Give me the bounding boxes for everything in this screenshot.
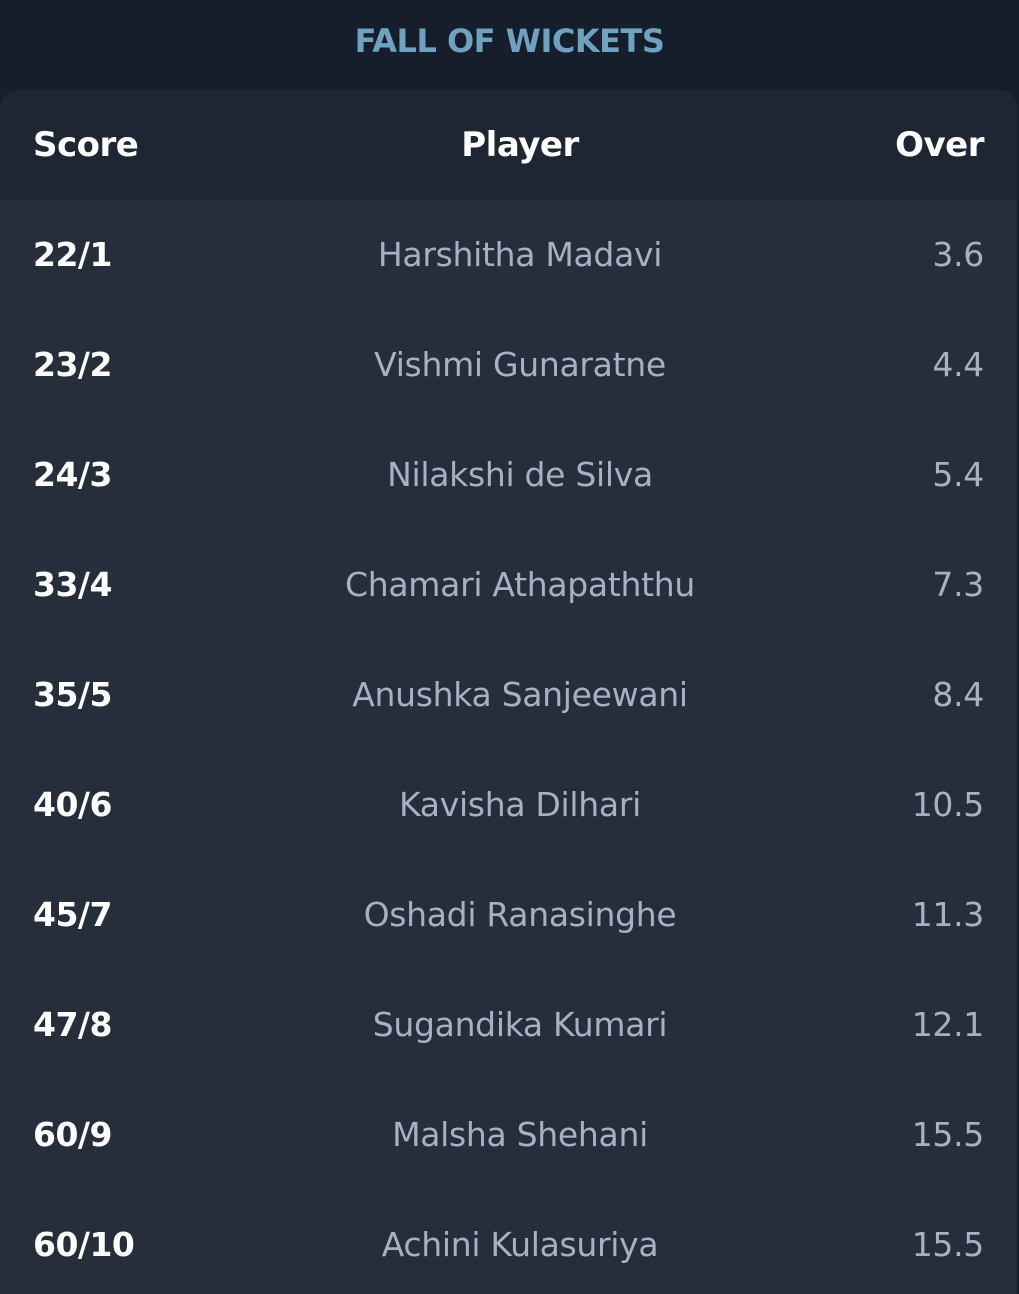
wicket-score: 60/9: [33, 1115, 112, 1154]
player-name[interactable]: Chamari Athapaththu: [220, 530, 820, 640]
table-row: 35/5 Anushka Sanjeewani 8.4: [0, 640, 1017, 750]
table-row: 47/8 Sugandika Kumari 12.1: [0, 970, 1017, 1080]
table-row: 40/6 Kavisha Dilhari 10.5: [0, 750, 1017, 860]
wicket-score: 40/6: [33, 785, 112, 824]
wicket-over: 5.4: [932, 455, 984, 494]
table-row: 22/1 Harshitha Madavi 3.6: [0, 200, 1017, 310]
player-name[interactable]: Harshitha Madavi: [220, 200, 820, 310]
section-title: FALL OF WICKETS: [354, 22, 665, 60]
wicket-score: 47/8: [33, 1005, 112, 1044]
column-header-over: Over: [895, 125, 984, 165]
wicket-score: 45/7: [33, 895, 112, 934]
player-name[interactable]: Vishmi Gunaratne: [220, 310, 820, 420]
wicket-score: 23/2: [33, 345, 112, 384]
table-row: 23/2 Vishmi Gunaratne 4.4: [0, 310, 1017, 420]
player-name[interactable]: Malsha Shehani: [220, 1080, 820, 1190]
wicket-over: 12.1: [911, 1005, 985, 1044]
wicket-score: 24/3: [33, 455, 112, 494]
fall-of-wickets-table: Score Player Over 22/1 Harshitha Madavi …: [0, 90, 1017, 1294]
wicket-over: 15.5: [911, 1115, 985, 1154]
wicket-over: 10.5: [911, 785, 985, 824]
table-row: 60/9 Malsha Shehani 15.5: [0, 1080, 1017, 1190]
wicket-score: 35/5: [33, 675, 112, 714]
wicket-over: 7.3: [932, 565, 984, 604]
table-row: 24/3 Nilakshi de Silva 5.4: [0, 420, 1017, 530]
table-row: 33/4 Chamari Athapaththu 7.3: [0, 530, 1017, 640]
fall-of-wickets-page: FALL OF WICKETS Score Player Over 22/1 H…: [0, 0, 1019, 1294]
player-name[interactable]: Oshadi Ranasinghe: [220, 860, 820, 970]
player-name[interactable]: Nilakshi de Silva: [220, 420, 820, 530]
player-name[interactable]: Anushka Sanjeewani: [220, 640, 820, 750]
wicket-score: 33/4: [33, 565, 112, 604]
player-name[interactable]: Sugandika Kumari: [220, 970, 820, 1080]
wicket-score: 60/10: [33, 1225, 135, 1264]
player-name[interactable]: Achini Kulasuriya: [220, 1190, 820, 1294]
table-header: Score Player Over: [0, 90, 1017, 200]
wicket-over: 3.6: [932, 235, 984, 274]
table-row: 60/10 Achini Kulasuriya 15.5: [0, 1190, 1017, 1294]
player-name[interactable]: Kavisha Dilhari: [220, 750, 820, 860]
wicket-score: 22/1: [33, 235, 112, 274]
column-header-player: Player: [461, 125, 579, 165]
table-row: 45/7 Oshadi Ranasinghe 11.3: [0, 860, 1017, 970]
wicket-over: 4.4: [932, 345, 984, 384]
wicket-over: 8.4: [932, 675, 984, 714]
wicket-over: 15.5: [911, 1225, 985, 1264]
column-header-score: Score: [33, 125, 139, 165]
wicket-over: 11.3: [911, 895, 985, 934]
